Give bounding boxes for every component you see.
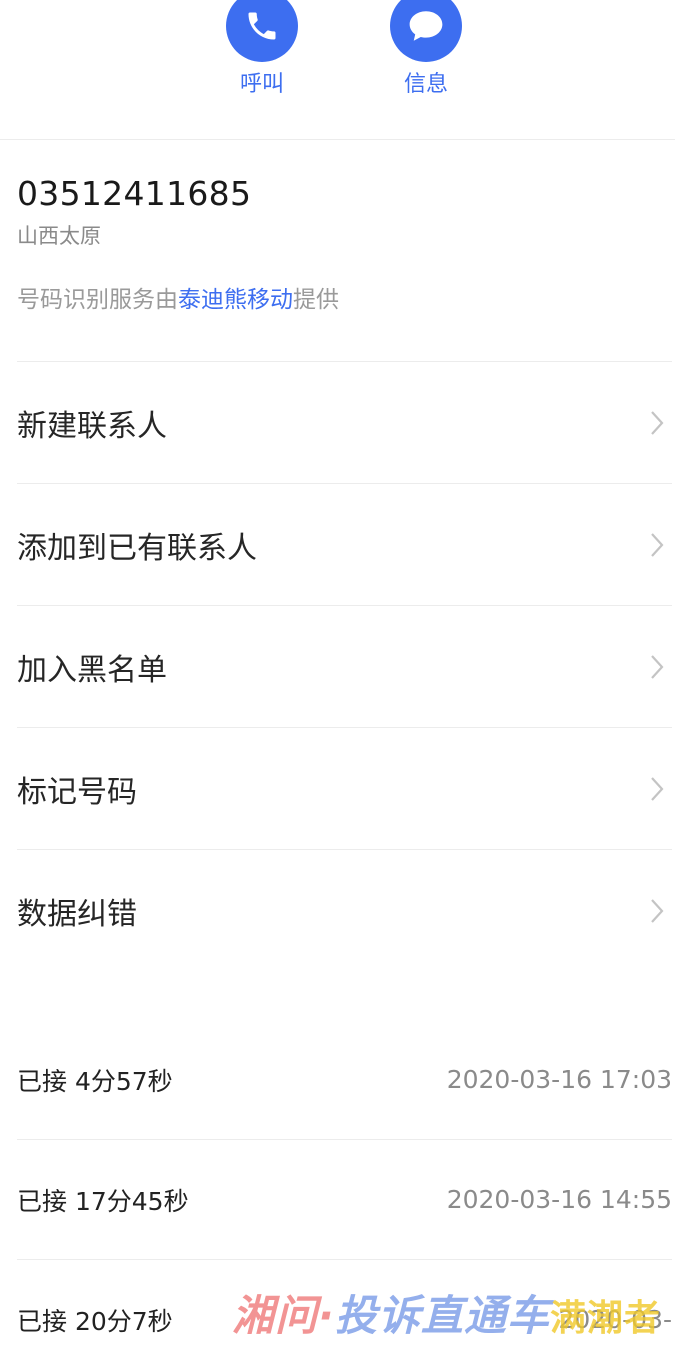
menu-item-label: 加入黑名单 xyxy=(17,652,167,688)
chat-bubble-icon xyxy=(409,11,443,41)
watermark-part-2: 投诉直通车 xyxy=(334,1291,550,1340)
call-button[interactable]: 呼叫 xyxy=(202,0,322,98)
menu-item-add-to-blacklist[interactable]: 加入黑名单 xyxy=(17,606,672,728)
call-time: 2020-03-16 14:55 xyxy=(446,1185,672,1214)
menu-item-label: 添加到已有联系人 xyxy=(17,530,257,566)
message-button[interactable]: 信息 xyxy=(366,0,486,98)
menu-item-label: 标记号码 xyxy=(17,774,137,810)
call-time: 2020-03-16 17:03 xyxy=(446,1065,672,1094)
watermark-logo: 湘问·投诉直通车满潮者 xyxy=(232,1282,661,1343)
menu-item-data-correction[interactable]: 数据纠错 xyxy=(17,850,672,972)
call-history-row: 已接 17分45秒 2020-03-16 14:55 xyxy=(17,1140,672,1260)
call-status: 已接 4分57秒 xyxy=(17,1066,173,1096)
chevron-right-icon xyxy=(646,896,668,926)
watermark-part-1: 湘问· xyxy=(232,1291,335,1340)
provider-prefix: 号码识别服务由 xyxy=(17,287,178,313)
chevron-right-icon xyxy=(646,774,668,804)
message-button-circle[interactable] xyxy=(390,0,462,62)
contact-info-section: 03512411685 山西太原 号码识别服务由泰迪熊移动提供 xyxy=(17,140,672,362)
menu-item-label: 数据纠错 xyxy=(17,897,137,932)
menu-item-mark-number[interactable]: 标记号码 xyxy=(17,728,672,850)
menu-item-add-to-existing-contact[interactable]: 添加到已有联系人 xyxy=(17,484,672,606)
call-status: 已接 17分45秒 xyxy=(17,1186,189,1216)
phone-number: 03512411685 xyxy=(17,174,252,213)
menu-item-new-contact[interactable]: 新建联系人 xyxy=(17,362,672,484)
quick-actions-bar: 呼叫 信息 xyxy=(0,0,675,140)
number-location: 山西太原 xyxy=(17,224,101,248)
menu-item-label: 新建联系人 xyxy=(17,408,167,444)
watermark-part-3: 满潮者 xyxy=(549,1298,661,1339)
call-status: 已接 20分7秒 xyxy=(17,1306,173,1336)
call-label: 呼叫 xyxy=(239,72,284,97)
identification-provider-text: 号码识别服务由泰迪熊移动提供 xyxy=(17,280,339,314)
chevron-right-icon xyxy=(646,530,668,560)
chevron-right-icon xyxy=(646,408,668,438)
provider-link[interactable]: 泰迪熊移动 xyxy=(178,287,293,313)
message-label: 信息 xyxy=(403,72,448,97)
call-history-row: 已接 4分57秒 2020-03-16 17:03 xyxy=(17,1020,672,1140)
phone-icon xyxy=(248,12,276,40)
chevron-right-icon xyxy=(646,652,668,682)
call-button-circle[interactable] xyxy=(226,0,298,62)
provider-suffix: 提供 xyxy=(293,287,339,313)
action-menu: 新建联系人 添加到已有联系人 加入黑名单 标记号码 数据纠错 xyxy=(17,362,672,972)
